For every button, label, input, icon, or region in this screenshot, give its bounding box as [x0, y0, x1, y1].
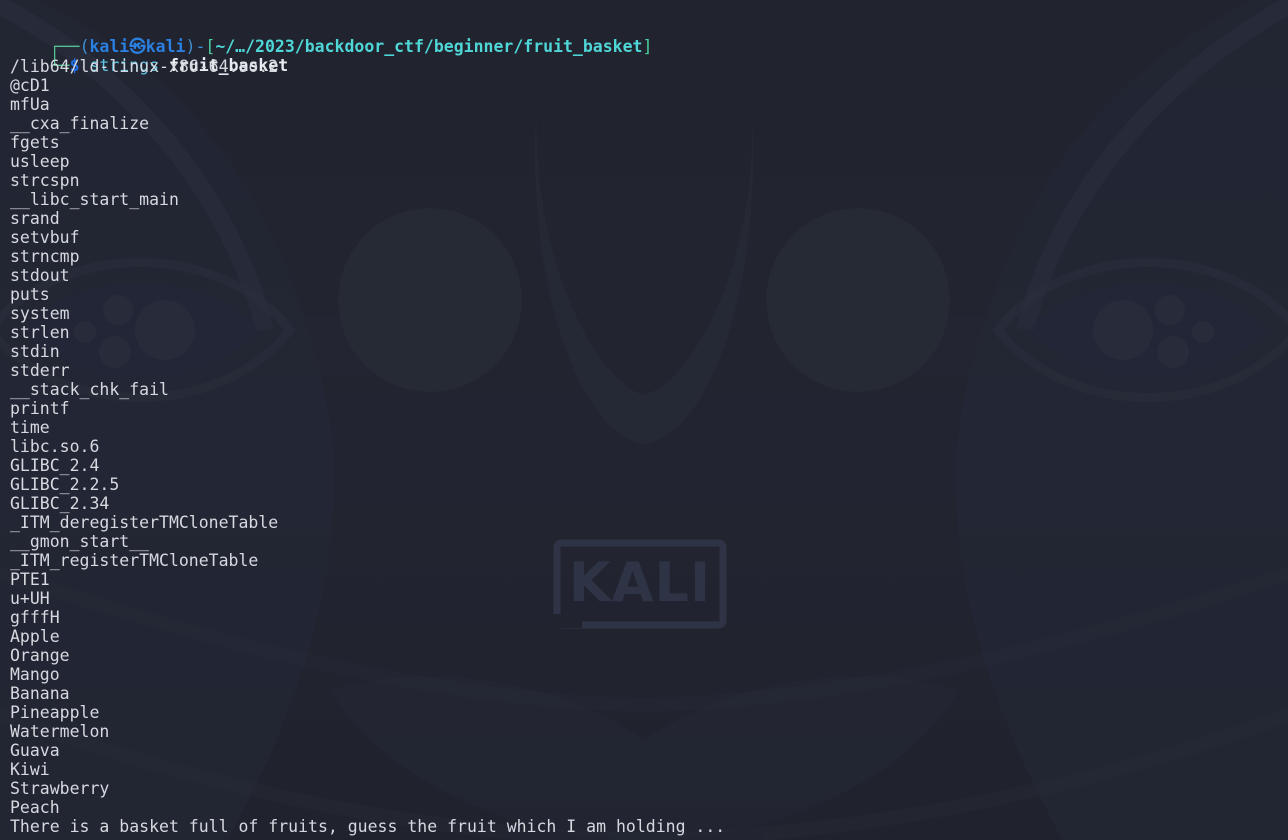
- output-line: Kiwi: [10, 760, 50, 779]
- output-line: /lib64/ld-linux-x86-64.so.2: [10, 57, 279, 76]
- prompt-close-bracket: ]: [642, 37, 653, 56]
- output-line: __stack_chk_fail: [10, 380, 169, 399]
- output-line: Pineapple: [10, 703, 100, 722]
- output-line: strcspn: [10, 171, 80, 190]
- output-line: system: [10, 304, 70, 323]
- output-line: _ITM_registerTMCloneTable: [10, 551, 259, 570]
- output-line: printf: [10, 399, 70, 418]
- output-line: Mango: [10, 665, 60, 684]
- output-line: stdin: [10, 342, 60, 361]
- output-line: Apple: [10, 627, 60, 646]
- output-line: @cD1: [10, 76, 50, 95]
- prompt-line-command[interactable]: └─$ strings fruit_basket: [10, 37, 288, 75]
- prompt-line-path: ┌──(kali㉿kali)-[~/…/2023/backdoor_ctf/be…: [10, 18, 653, 56]
- output-line: Strawberry: [10, 779, 110, 798]
- output-line: __gmon_start__: [10, 532, 150, 551]
- output-line: setvbuf: [10, 228, 80, 247]
- output-line: _ITM_deregisterTMCloneTable: [10, 513, 279, 532]
- output-line: gfffH: [10, 608, 60, 627]
- output-line: __libc_start_main: [10, 190, 179, 209]
- output-line: Banana: [10, 684, 70, 703]
- output-line: usleep: [10, 152, 70, 171]
- output-line: PTE1: [10, 570, 50, 589]
- output-line: stdout: [10, 266, 70, 285]
- output-line: Watermelon: [10, 722, 110, 741]
- output-line: Peach: [10, 798, 60, 817]
- output-line: stderr: [10, 361, 70, 380]
- output-line: libc.so.6: [10, 437, 100, 456]
- output-line: puts: [10, 285, 50, 304]
- output-line: There is a basket full of fruits, guess …: [10, 817, 726, 836]
- output-line: GLIBC_2.2.5: [10, 475, 120, 494]
- terminal-output-area[interactable]: ┌──(kali㉿kali)-[~/…/2023/backdoor_ctf/be…: [0, 0, 1288, 840]
- output-line: u+UH: [10, 589, 50, 608]
- output-line: GLIBC_2.34: [10, 494, 110, 513]
- output-line: fgets: [10, 133, 60, 152]
- output-line: mfUa: [10, 95, 50, 114]
- output-line: srand: [10, 209, 60, 228]
- output-line: strlen: [10, 323, 70, 342]
- output-line: Orange: [10, 646, 70, 665]
- output-line: GLIBC_2.4: [10, 456, 100, 475]
- output-line: time: [10, 418, 50, 437]
- output-line: __cxa_finalize: [10, 114, 150, 133]
- output-line: strncmp: [10, 247, 80, 266]
- output-line: Guava: [10, 741, 60, 760]
